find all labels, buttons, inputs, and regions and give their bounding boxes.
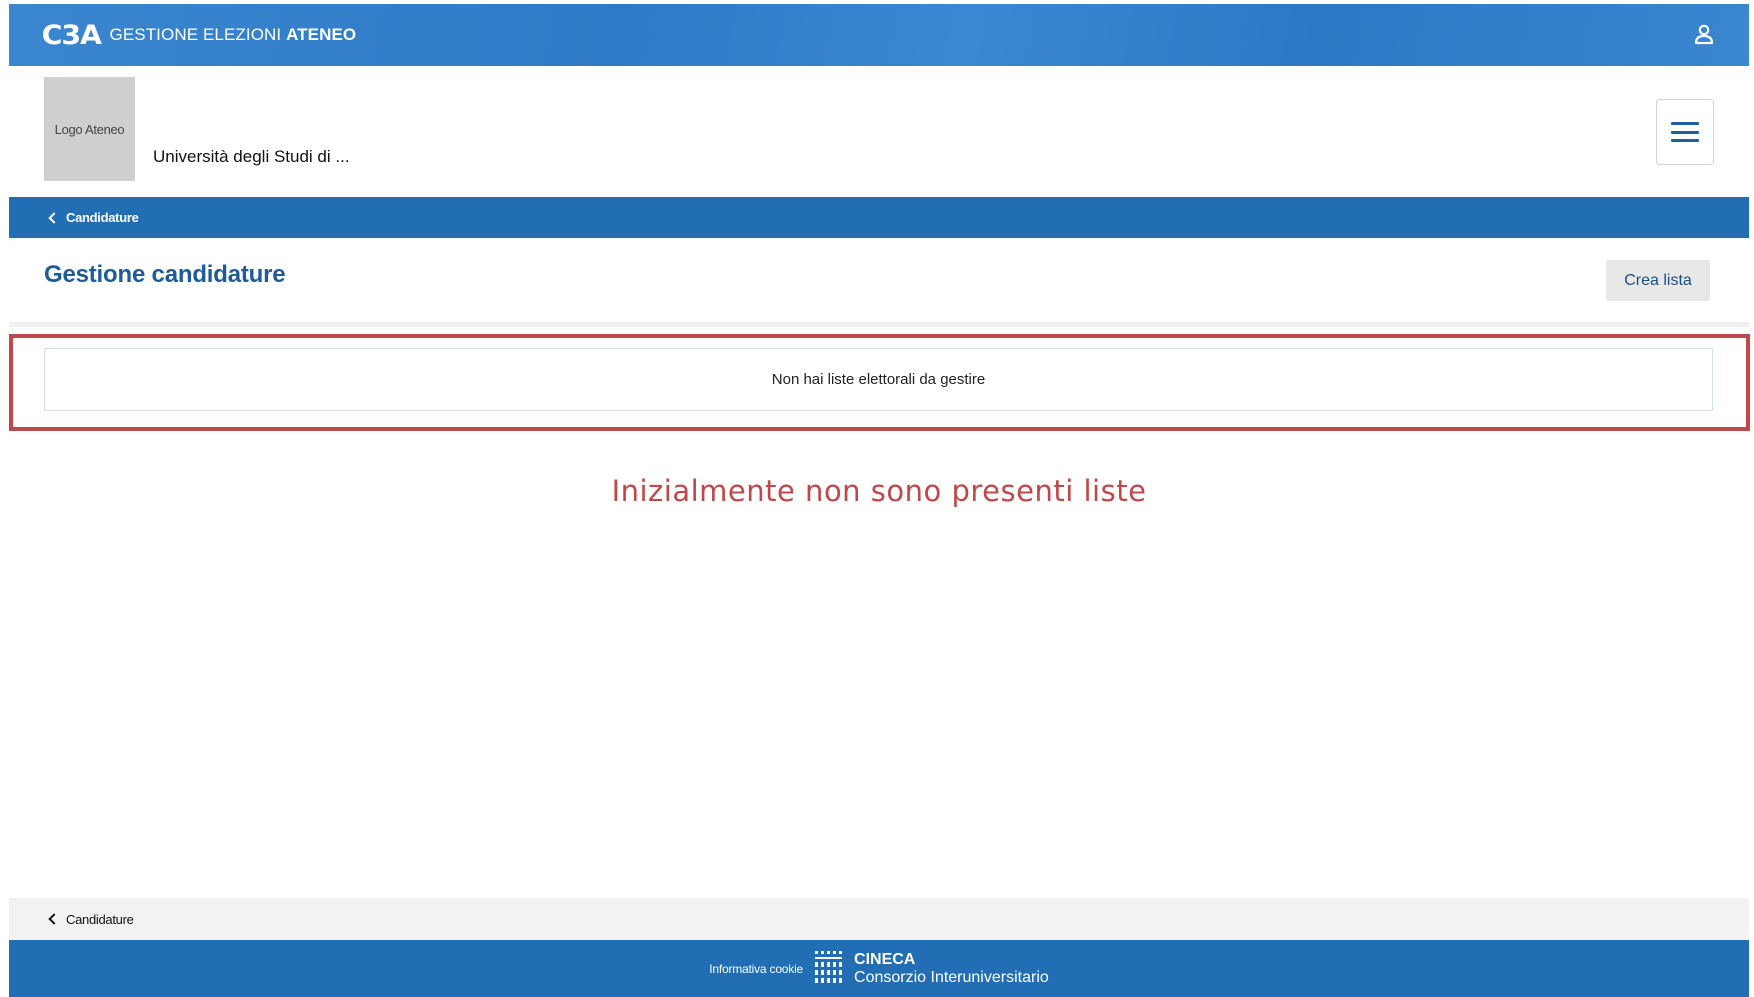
cineca-subtitle: Consorzio Interuniversitario bbox=[854, 968, 1049, 986]
university-name: Università degli Studi di ... bbox=[153, 147, 350, 166]
bottom-breadcrumb-label: Candidature bbox=[66, 911, 134, 927]
breadcrumb-bar: Candidature bbox=[9, 197, 1749, 238]
bottom-breadcrumb-back-link[interactable]: Candidature bbox=[48, 911, 134, 927]
divider bbox=[9, 322, 1749, 327]
breadcrumb-back-link[interactable]: Candidature bbox=[48, 210, 139, 225]
bottom-breadcrumb-bar: Candidature bbox=[9, 898, 1749, 940]
chevron-left-icon bbox=[48, 913, 60, 925]
chevron-left-icon bbox=[48, 211, 60, 224]
app-root: C3A GESTIONE ELEZIONI ATENEO Logo Ateneo… bbox=[9, 4, 1750, 997]
page-title: Gestione candidature bbox=[44, 261, 286, 288]
app-title-prefix: GESTIONE ELEZIONI bbox=[109, 25, 282, 44]
user-icon[interactable] bbox=[1693, 23, 1715, 47]
brand[interactable]: C3A GESTIONE ELEZIONI ATENEO bbox=[41, 19, 357, 51]
app-title: GESTIONE ELEZIONI ATENEO bbox=[110, 25, 357, 45]
university-logo: Logo Ateneo bbox=[44, 77, 135, 181]
cineca-brand: CINECA Consorzio Interuniversitario bbox=[854, 951, 1049, 987]
logo-placeholder-text: Logo Ateneo bbox=[54, 121, 125, 137]
top-bar: C3A GESTIONE ELEZIONI ATENEO bbox=[9, 4, 1749, 66]
c3a-logo: C3A bbox=[41, 19, 102, 51]
empty-state-text: Non hai liste elettorali da gestire bbox=[771, 371, 986, 388]
annotation-caption: Inizialmente non sono presenti liste bbox=[611, 474, 1147, 508]
footer: Informativa cookie CINECA Consorzio Inte… bbox=[9, 940, 1749, 997]
header: Logo Ateneo Università degli Studi di ..… bbox=[9, 66, 1749, 201]
cookie-policy-link[interactable]: Informativa cookie bbox=[709, 962, 803, 976]
cineca-logo-icon bbox=[815, 950, 843, 983]
hamburger-menu-button[interactable] bbox=[1656, 99, 1714, 165]
create-list-button[interactable]: Crea lista bbox=[1606, 260, 1710, 301]
empty-state-message: Non hai liste elettorali da gestire bbox=[44, 348, 1713, 411]
breadcrumb-label: Candidature bbox=[66, 210, 139, 225]
cineca-name: CINECA bbox=[854, 950, 916, 968]
hamburger-menu-icon bbox=[1671, 122, 1699, 142]
app-title-bold: ATENEO bbox=[286, 25, 357, 44]
